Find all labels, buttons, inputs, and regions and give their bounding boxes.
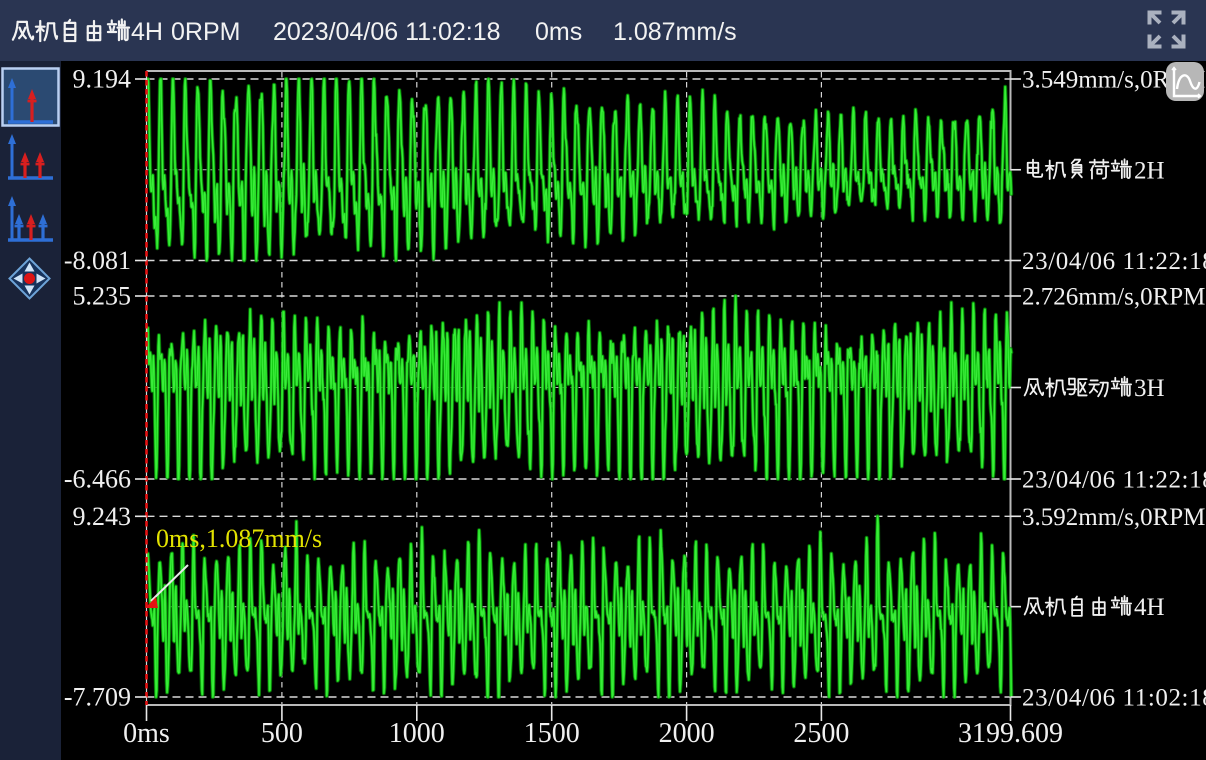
svg-text:1.087mm/s: 1.087mm/s <box>613 18 737 46</box>
svg-text:3199.609: 3199.609 <box>958 718 1063 749</box>
svg-text:23/04/06 11:02:18: 23/04/06 11:02:18 <box>1022 685 1206 712</box>
svg-text:3.592mm/s,0RPM: 3.592mm/s,0RPM <box>1022 504 1205 531</box>
svg-text:-7.709: -7.709 <box>64 683 131 712</box>
svg-text:0ms: 0ms <box>123 718 170 749</box>
svg-text:2000: 2000 <box>659 718 715 749</box>
svg-text:23/04/06 11:22:18: 23/04/06 11:22:18 <box>1022 467 1206 494</box>
svg-text:3H: 3H <box>1134 375 1165 402</box>
svg-text:2H: 2H <box>1134 157 1165 184</box>
svg-text:5.235: 5.235 <box>73 282 132 311</box>
svg-text:0ms: 0ms <box>535 18 582 46</box>
svg-text:9.243: 9.243 <box>73 502 132 531</box>
svg-text:1000: 1000 <box>389 718 445 749</box>
svg-text:23/04/06 11:22:18: 23/04/06 11:22:18 <box>1022 248 1206 275</box>
svg-text:2.726mm/s,0RPM: 2.726mm/s,0RPM <box>1022 284 1205 311</box>
svg-text:-8.081: -8.081 <box>64 246 131 275</box>
svg-text:1500: 1500 <box>524 718 580 749</box>
svg-text:500: 500 <box>261 718 303 749</box>
svg-text:9.194: 9.194 <box>73 65 132 94</box>
svg-text:0ms,1.087mm/s: 0ms,1.087mm/s <box>156 524 322 553</box>
svg-text:2023/04/06 11:02:18: 2023/04/06 11:02:18 <box>273 18 501 46</box>
svg-text:2500: 2500 <box>793 718 849 749</box>
svg-text:4H: 4H <box>131 18 163 46</box>
svg-text:-6.466: -6.466 <box>64 465 131 494</box>
svg-text:0RPM: 0RPM <box>171 18 240 46</box>
svg-text:4H: 4H <box>1134 594 1165 621</box>
